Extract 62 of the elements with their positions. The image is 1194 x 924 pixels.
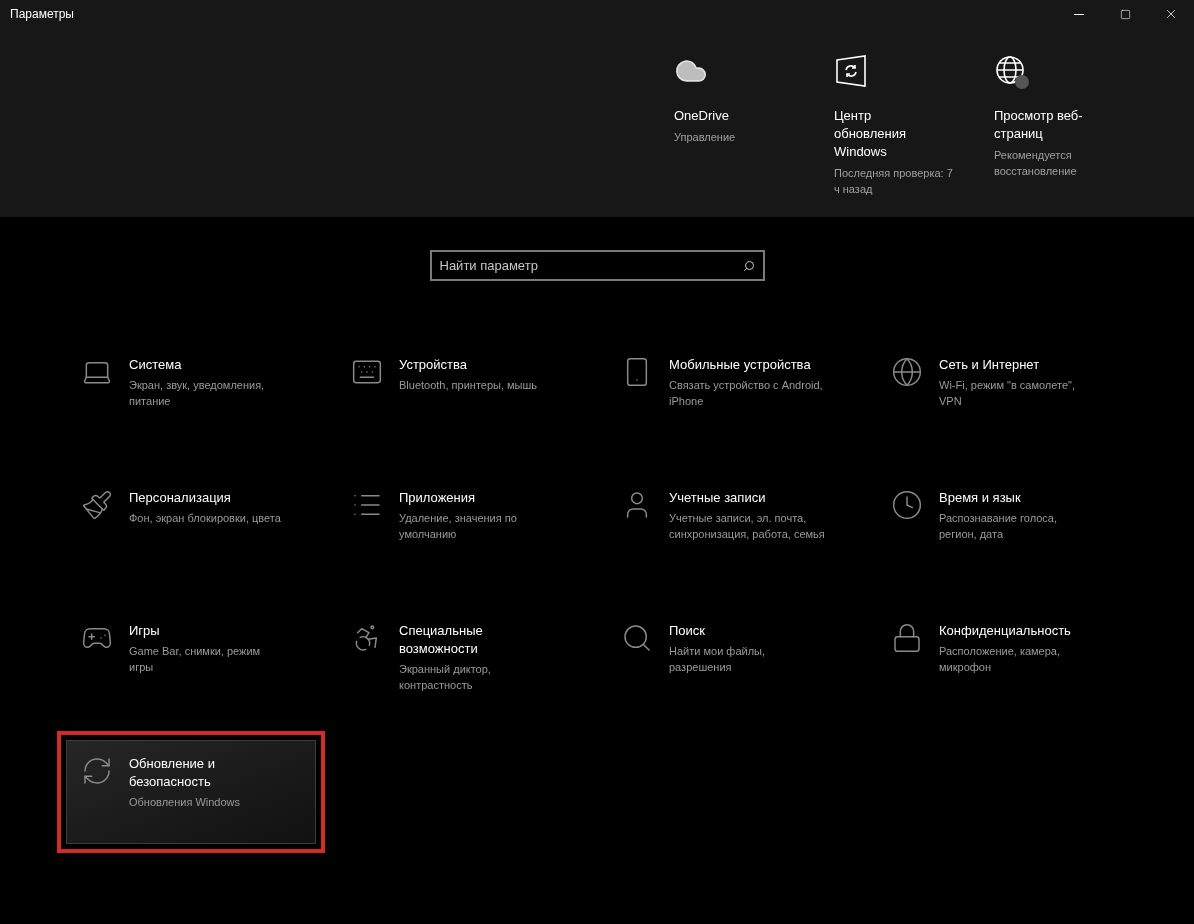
tile-title: Специальные возможности [399,622,484,658]
lock-icon [891,622,923,654]
settings-tile[interactable]: Система Экран, звук, уведомления, питание [66,341,316,445]
tile-subtitle: Обновления Windows [129,795,242,810]
close-icon [1164,7,1178,21]
tile-subtitle: Найти мои файлы, разрешения [669,644,767,675]
tile-title: Обновление и безопасность [129,755,216,791]
globe-icon [994,54,1032,92]
settings-tile[interactable]: Обновление и безопасность Обновления Windows [66,740,316,844]
header-link-subtitle: Последняя проверка: 7 ч назад [834,166,954,197]
tile-subtitle: Экран, звук, уведомления, питание [129,378,266,409]
window-title: Параметры [9,6,75,23]
update-window-icon [834,54,868,88]
settings-tile[interactable]: Приложения Удаление, значения по умолчанию [336,474,586,578]
search-icon [742,260,755,272]
maximize-icon [1119,8,1131,20]
header-link-subtitle: Рекомендуется восстановление [994,148,1078,179]
header-link[interactable]: Просмотр веб-страниц Рекомендуется восстановление [994,54,1154,197]
settings-tile[interactable]: Игры Game Bar, снимки, режим игры [66,607,316,711]
tile-title: Система [129,356,183,374]
tile-subtitle: Фон, экран блокировки, цвета [129,511,282,526]
tile-subtitle: Удаление, значения по умолчанию [399,511,518,542]
tile-subtitle: Учетные записи, эл. почта, синхронизация, работа, семья [669,511,826,542]
tile-subtitle: Связать устройство с Android, iPhone [669,378,824,409]
settings-tile[interactable]: Конфиденциальность Расположение, камера, микрофон [876,607,1126,711]
tile-title: Устройства [399,356,468,374]
header-link-title: OneDrive [674,107,730,125]
header-link[interactable]: Центр обновления Windows Последняя проверка: 7 ч назад [834,54,994,197]
search-icon [621,622,653,654]
tile-subtitle: Wi-Fi, режим "в самолете", VPN [939,378,1077,409]
tile-subtitle: Game Bar, снимки, режим игры [129,644,262,675]
tile-subtitle: Расположение, камера, микрофон [939,644,1062,675]
brush-icon [81,489,113,521]
tile-title: Поиск [669,622,707,640]
globe-icon [891,356,923,388]
tile-subtitle: Bluetooth, принтеры, мышь [399,378,539,393]
tile-title: Персонализация [129,489,232,507]
settings-tile[interactable]: Персонализация Фон, экран блокировки, цвета [66,474,316,578]
tile-title: Сеть и Интернет [939,356,1041,374]
tile-title: Игры [129,622,161,640]
settings-tile[interactable]: Поиск Найти мои файлы, разрешения [606,607,856,711]
settings-tile[interactable]: Мобильные устройства Связать устройство с Android, iPhone [606,341,856,445]
settings-tile[interactable]: Учетные записи Учетные записи, эл. почта, синхронизация, работа, семья [606,474,856,578]
header-link-title: Просмотр веб-страниц [994,107,1084,143]
search-field[interactable]: Найти параметр [429,250,765,281]
tile-title: Приложения [399,489,477,507]
settings-tile[interactable]: Время и язык Распознавание голоса, регион, дата [876,474,1126,578]
settings-tile[interactable]: Сеть и Интернет Wi-Fi, режим "в самолете", VPN [876,341,1126,445]
tile-title: Учетные записи [669,489,767,507]
tile-title: Конфиденциальность [939,622,1072,640]
tile-title: Мобильные устройства [669,356,812,374]
minimize-icon [1074,13,1084,15]
header-link[interactable]: OneDrive Управление [674,54,834,197]
settings-tile[interactable]: Устройства Bluetooth, принтеры, мышь [336,341,586,445]
tile-title: Время и язык [939,489,1022,507]
header-link-subtitle: Управление [674,130,737,145]
clock-icon [891,489,923,521]
header-link-title: Центр обновления Windows [834,107,907,161]
tile-subtitle: Распознавание голоса, регион, дата [939,511,1058,542]
tile-subtitle: Экранный диктор, контрастность [399,662,492,693]
settings-tile[interactable]: Специальные возможности Экранный диктор, контрастность [336,607,586,711]
refresh-icon [81,755,113,787]
